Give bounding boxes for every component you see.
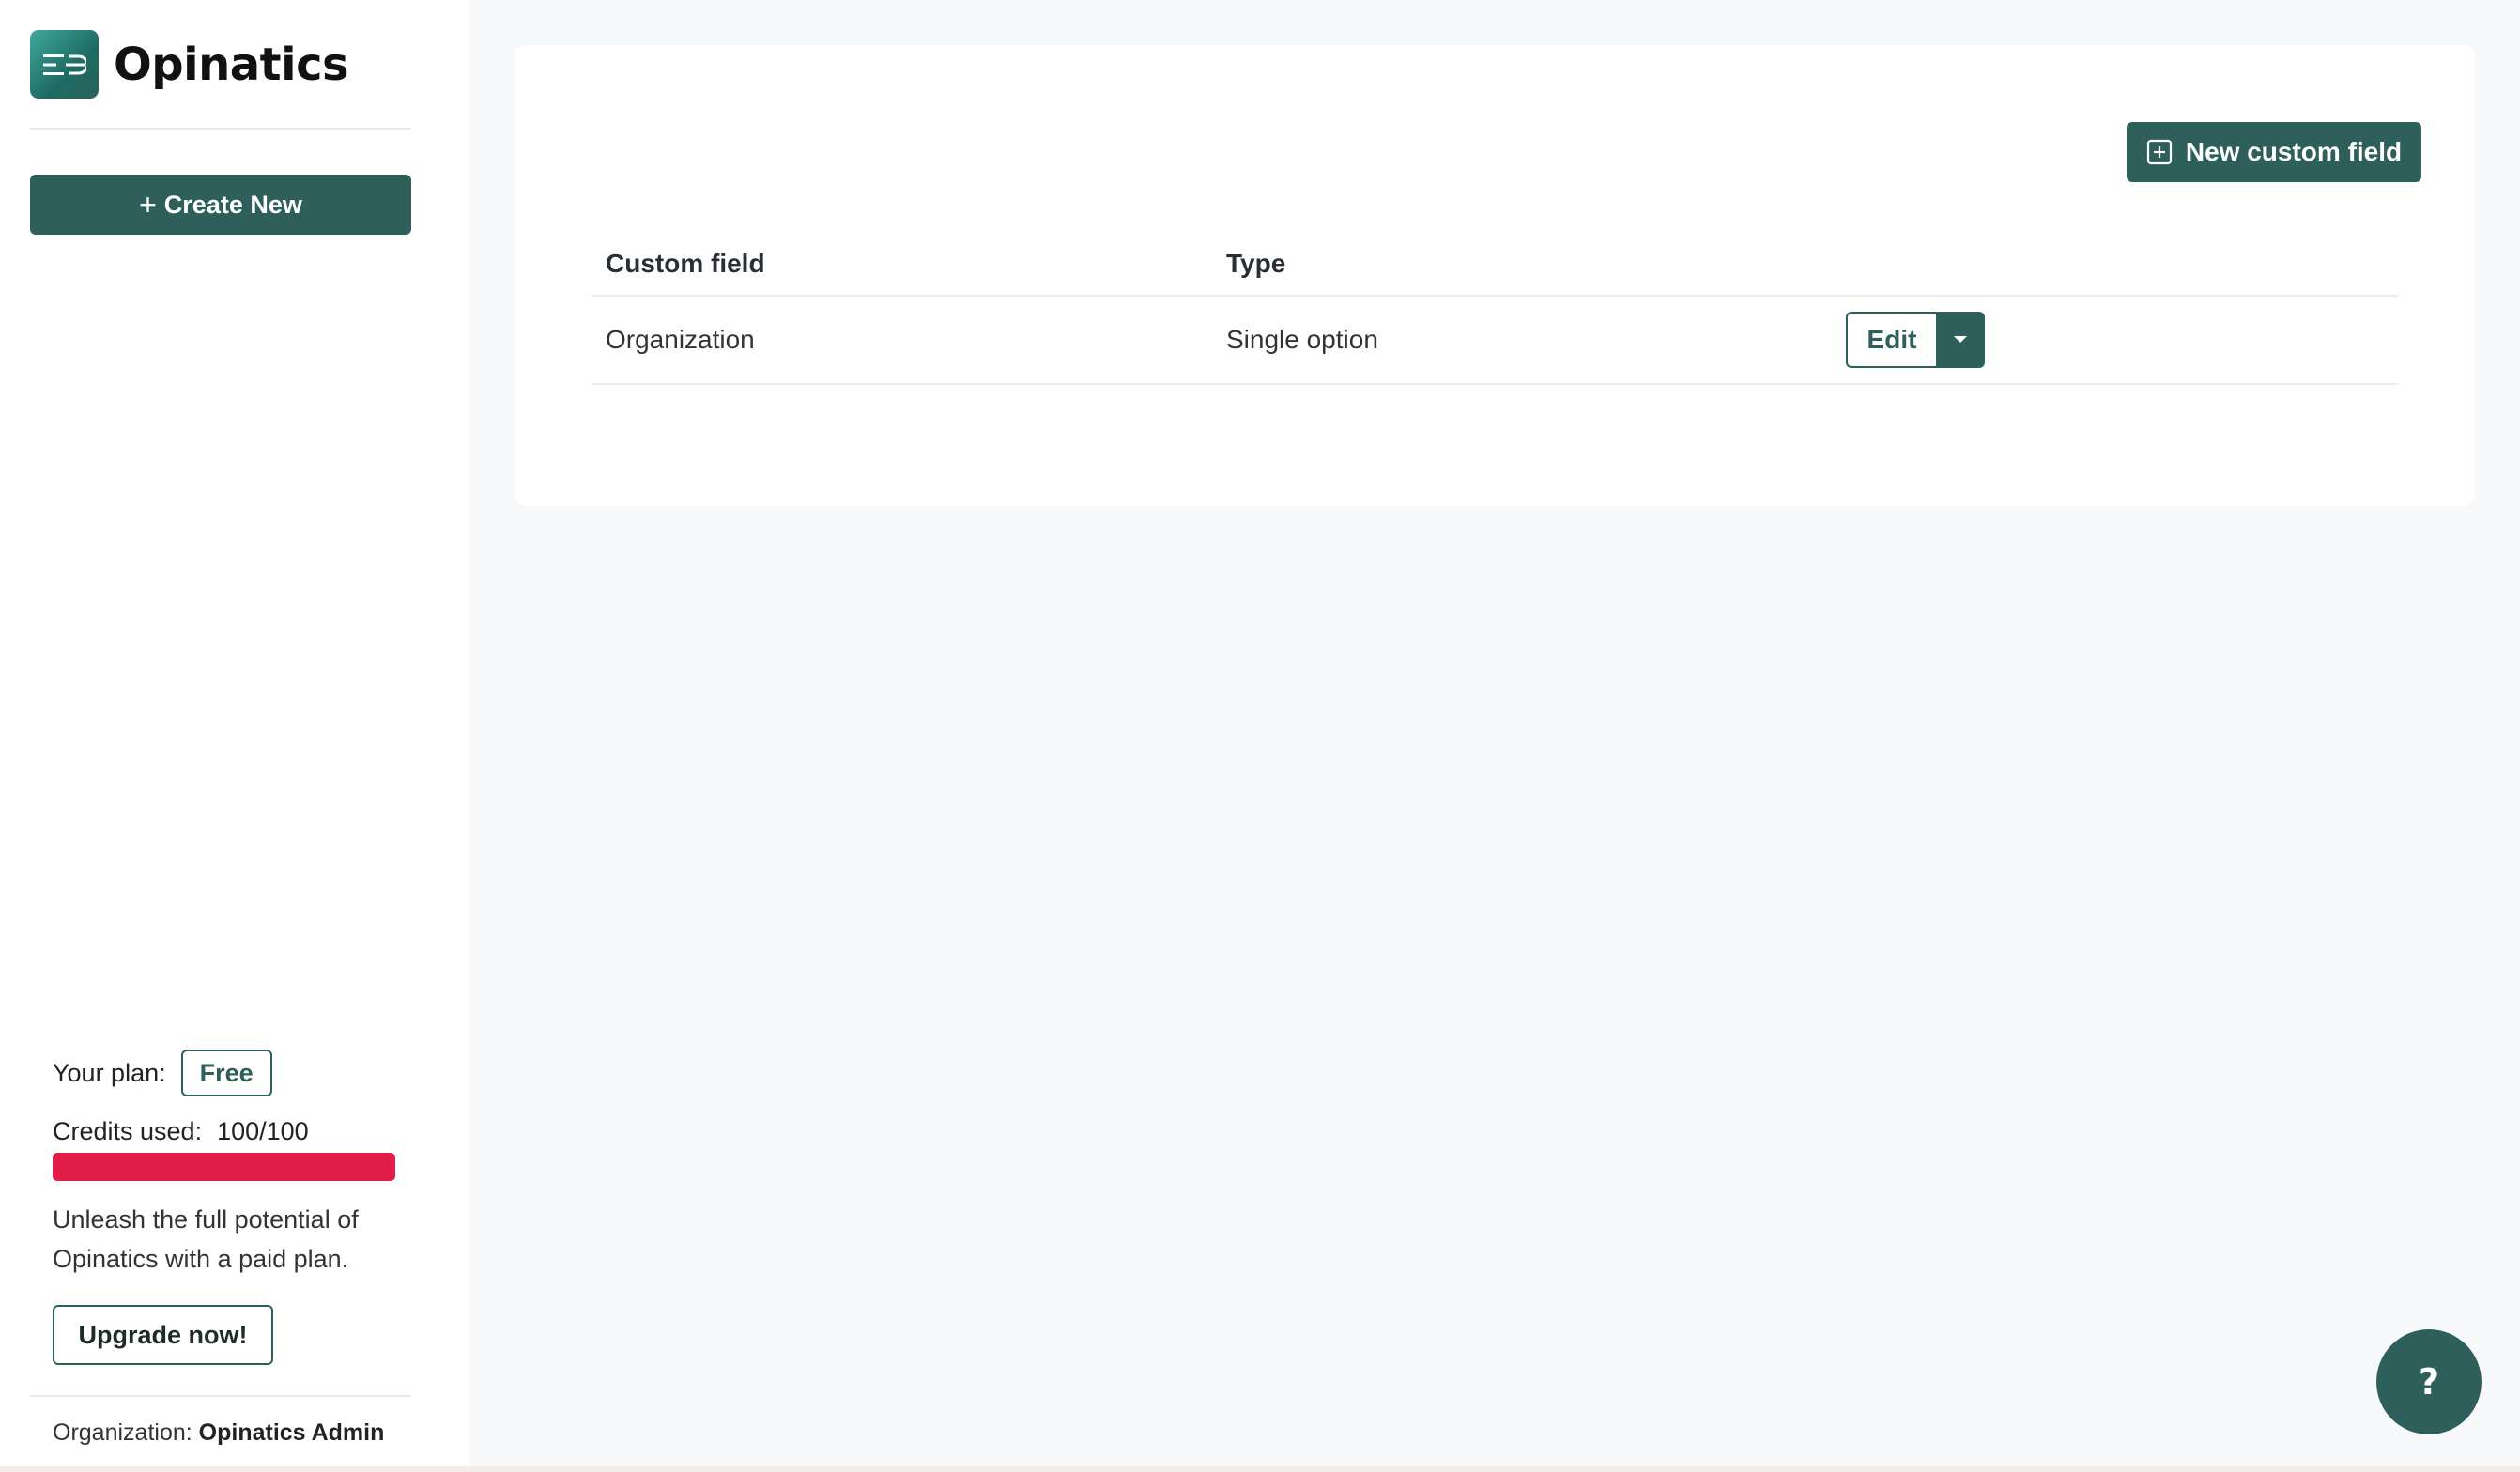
create-new-button[interactable]: + Create New: [30, 175, 411, 235]
help-button[interactable]: ?: [2376, 1329, 2482, 1434]
credits-value: 100/100: [217, 1117, 309, 1145]
row-field-type: Single option: [1226, 325, 1378, 354]
org-label: Organization:: [53, 1419, 192, 1446]
custom-fields-card: New custom field Custom field Type Organ…: [515, 45, 2475, 506]
credits-progress-fill: [53, 1153, 395, 1181]
edit-button[interactable]: Edit: [1846, 312, 1936, 368]
opinatics-logo-icon: [30, 30, 99, 99]
upgrade-button[interactable]: Upgrade now!: [53, 1305, 273, 1365]
header-custom-field: Custom field: [606, 249, 765, 278]
edit-dropdown-toggle[interactable]: [1936, 312, 1985, 368]
upsell-text: Unleash the full potential of Opinatics …: [53, 1205, 359, 1273]
row-actions: Edit: [1846, 297, 1985, 383]
plus-icon: +: [139, 188, 157, 222]
custom-fields-table: Custom field Type Organization Single op…: [592, 233, 2398, 385]
plan-badge: Free: [180, 1050, 272, 1096]
header-type: Type: [1226, 249, 1286, 278]
sidebar-footer-divider: [30, 1395, 411, 1397]
table-row: Organization Single option Edit: [592, 297, 2398, 385]
credits-label: Credits used:: [53, 1117, 203, 1145]
sidebar-divider: [30, 128, 411, 130]
brand-name: Opinatics: [114, 38, 349, 91]
sidebar: Opinatics + Create New Your plan: Free C…: [0, 0, 469, 1472]
new-custom-field-button[interactable]: New custom field: [2127, 122, 2421, 182]
table-header: Custom field Type: [592, 233, 2398, 297]
brand[interactable]: Opinatics: [30, 30, 349, 99]
plan-label: Your plan:: [53, 1058, 166, 1087]
caret-down-icon: [1954, 336, 1967, 343]
credits-row: Credits used: 100/100: [53, 1117, 309, 1146]
bottom-edge: [0, 1466, 2520, 1472]
organization-info: Organization: Opinatics Admin: [53, 1419, 384, 1447]
credits-progress-bar: [53, 1153, 395, 1181]
edit-split-button: Edit: [1846, 312, 1985, 368]
app-root: Opinatics + Create New Your plan: Free C…: [0, 0, 2520, 1472]
create-new-label: Create New: [163, 190, 302, 219]
new-custom-field-label: New custom field: [2185, 137, 2403, 166]
plan-row: Your plan: Free: [53, 1050, 272, 1096]
row-field-name: Organization: [606, 325, 755, 354]
plus-square-icon: [2146, 139, 2172, 165]
org-name: Opinatics Admin: [198, 1419, 385, 1446]
